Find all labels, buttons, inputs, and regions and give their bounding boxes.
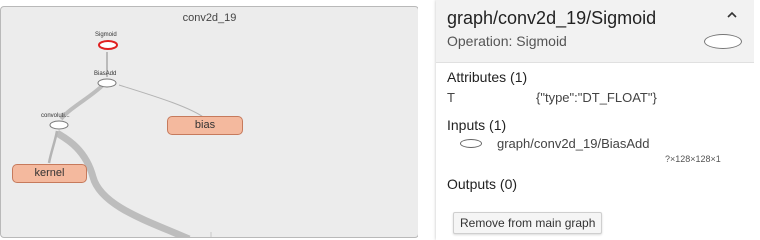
outputs-title: Outputs (0) [447,176,518,192]
attribute-value: {"type":"DT_FLOAT"} [536,90,657,105]
graph-panel: conv2d_19 Sigmoid BiasAdd convoluti... b… [0,0,419,240]
attribute-key: T [447,90,455,105]
info-header: graph/conv2d_19/Sigmoid Operation: Sigmo… [436,0,754,63]
kernel-node[interactable]: kernel [12,164,87,183]
chevron-up-icon[interactable] [726,10,738,20]
panel-splitter [418,0,436,240]
input-shape: ?×128×128×1 [665,154,721,164]
convolution-label: convoluti... [41,113,70,119]
ellipse-icon [460,139,482,148]
input-link[interactable]: graph/conv2d_19/BiasAdd [497,136,650,151]
group-title: conv2d_19 [182,12,237,24]
node-info-card: graph/conv2d_19/Sigmoid Operation: Sigmo… [436,0,754,240]
edge-bias-to-biasadd [118,84,207,120]
edge-input-to-convolution [55,130,191,237]
attributes-title: Attributes (1) [447,69,528,85]
operation-label: Operation: Sigmoid [447,33,567,49]
bias-node[interactable]: bias [167,116,243,135]
node-title: graph/conv2d_19/Sigmoid [447,8,657,28]
right-edge [754,0,760,240]
sigmoid-label: Sigmoid [95,32,117,38]
biasadd-label: BiasAdd [94,71,117,77]
inputs-title: Inputs (1) [447,117,507,133]
convolution-node [49,120,69,130]
sigmoid-node [98,40,118,50]
graph-canvas[interactable]: conv2d_19 Sigmoid BiasAdd convoluti... b… [0,6,419,238]
remove-from-main-graph-button[interactable]: Remove from main graph [453,212,603,234]
edge-kernel-to-convolution [47,130,59,164]
ellipse-icon [704,34,742,49]
biasadd-node [97,78,117,88]
